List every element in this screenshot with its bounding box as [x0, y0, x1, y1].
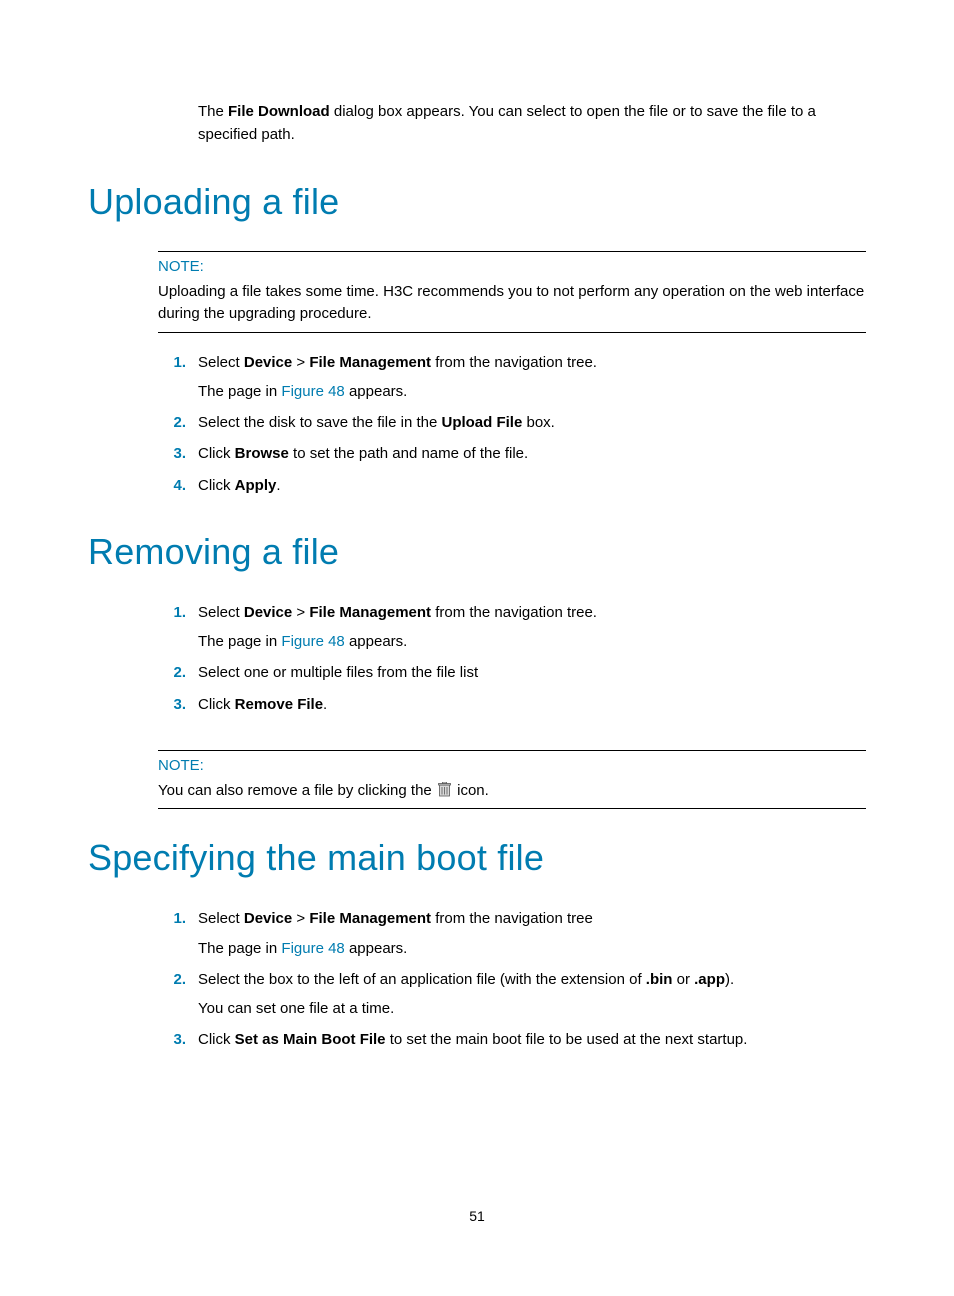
step-item: 3. Click Browse to set the path and name…: [158, 442, 866, 465]
step-sub: The page in Figure 48 appears.: [198, 937, 866, 960]
step-text: Click Set as Main Boot File to set the m…: [198, 1031, 747, 1048]
step-text: Select Device > File Management from the…: [198, 910, 593, 927]
step-text: Select one or multiple files from the fi…: [198, 664, 478, 681]
step-item: 2. Select the disk to save the file in th…: [158, 411, 866, 434]
step-item: 3. Click Set as Main Boot File to set the…: [158, 1028, 866, 1051]
step-number: 1.: [158, 351, 186, 374]
step-item: 1. Select Device > File Management from t…: [158, 907, 866, 960]
figure-ref[interactable]: Figure 48: [281, 383, 344, 400]
step-number: 4.: [158, 474, 186, 497]
step-number: 3.: [158, 442, 186, 465]
text: The: [198, 103, 228, 120]
steps-boot: 1. Select Device > File Management from t…: [158, 907, 866, 1051]
step-text: Select the disk to save the file in the …: [198, 414, 555, 431]
step-item: 3. Click Remove File.: [158, 693, 866, 716]
note-label: NOTE:: [158, 258, 866, 275]
intro-paragraph: The File Download dialog box appears. Yo…: [198, 100, 866, 147]
text: icon.: [457, 782, 489, 799]
step-text: Click Apply.: [198, 477, 281, 494]
step-text: Select the box to the left of an applica…: [198, 971, 734, 988]
step-number: 3.: [158, 693, 186, 716]
steps-removing: 1. Select Device > File Management from t…: [158, 601, 866, 716]
step-sub: The page in Figure 48 appears.: [198, 630, 866, 653]
text: You can also remove a file by clicking t…: [158, 782, 436, 799]
heading-uploading: Uploading a file: [88, 181, 866, 223]
note-box-uploading: NOTE: Uploading a file takes some time. …: [158, 251, 866, 333]
text-bold: File Download: [228, 103, 330, 120]
note-box-removing: NOTE: You can also remove a file by clic…: [158, 750, 866, 810]
step-number: 1.: [158, 601, 186, 624]
trash-icon: [438, 782, 451, 797]
step-item: 1. Select Device > File Management from t…: [158, 351, 866, 404]
step-number: 2.: [158, 411, 186, 434]
step-item: 2. Select one or multiple files from the …: [158, 661, 866, 684]
step-number: 1.: [158, 907, 186, 930]
step-item: 2. Select the box to the left of an appli…: [158, 968, 866, 1021]
page-number: 51: [0, 1208, 954, 1224]
step-number: 2.: [158, 661, 186, 684]
step-text: Click Browse to set the path and name of…: [198, 445, 528, 462]
page-content: The File Download dialog box appears. Yo…: [0, 0, 954, 1052]
figure-ref[interactable]: Figure 48: [281, 633, 344, 650]
step-sub: You can set one file at a time.: [198, 997, 866, 1020]
step-item: 1. Select Device > File Management from t…: [158, 601, 866, 654]
figure-ref[interactable]: Figure 48: [281, 940, 344, 957]
steps-uploading: 1. Select Device > File Management from t…: [158, 351, 866, 497]
heading-boot: Specifying the main boot file: [88, 837, 866, 879]
note-text: Uploading a file takes some time. H3C re…: [158, 281, 866, 326]
step-text: Select Device > File Management from the…: [198, 604, 597, 621]
step-number: 3.: [158, 1028, 186, 1051]
step-number: 2.: [158, 968, 186, 991]
step-text: Click Remove File.: [198, 696, 327, 713]
step-item: 4. Click Apply.: [158, 474, 866, 497]
note-label: NOTE:: [158, 757, 866, 774]
step-text: Select Device > File Management from the…: [198, 354, 597, 371]
heading-removing: Removing a file: [88, 531, 866, 573]
step-sub: The page in Figure 48 appears.: [198, 380, 866, 403]
note-text: You can also remove a file by clicking t…: [158, 780, 866, 803]
